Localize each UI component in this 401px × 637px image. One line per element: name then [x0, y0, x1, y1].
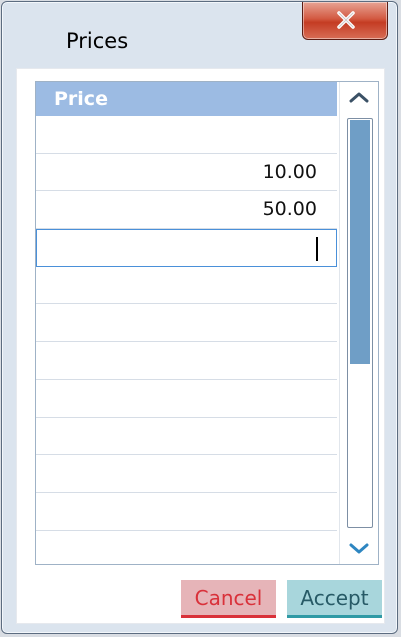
scroll-thumb[interactable] [350, 120, 370, 364]
cancel-button[interactable]: Cancel [181, 580, 276, 618]
text-caret [316, 236, 318, 261]
dialog-content: Price 10.00 50.00 Cancel Accept [16, 68, 385, 624]
prices-dialog: Prices Price 10.00 50.00 Cancel Accept [1, 1, 398, 634]
table-row[interactable] [36, 342, 337, 380]
table-row[interactable] [36, 455, 337, 493]
accept-button[interactable]: Accept [287, 580, 382, 618]
scroll-down-button[interactable] [340, 534, 378, 562]
close-button[interactable] [302, 2, 388, 40]
price-cell: 10.00 [262, 160, 317, 183]
column-header-price[interactable]: Price [36, 82, 337, 116]
chevron-up-icon [349, 92, 369, 103]
title-bar[interactable]: Prices [2, 2, 397, 70]
grid-rows: 10.00 50.00 [36, 116, 337, 568]
table-row[interactable] [36, 531, 337, 569]
price-grid: Price 10.00 50.00 [35, 81, 379, 565]
price-edit-field[interactable] [36, 229, 337, 267]
scroll-up-button[interactable] [340, 84, 378, 112]
table-row[interactable] [36, 380, 337, 418]
table-row[interactable] [36, 304, 337, 343]
table-row[interactable] [36, 493, 337, 531]
scroll-track[interactable] [347, 118, 373, 528]
close-x-icon [337, 11, 355, 29]
table-row[interactable] [36, 418, 337, 456]
table-row[interactable] [36, 116, 337, 154]
table-row[interactable]: 10.00 [36, 154, 337, 192]
chevron-down-icon [349, 543, 369, 554]
table-row[interactable]: 50.00 [36, 191, 337, 230]
price-cell: 50.00 [262, 198, 317, 221]
window-title: Prices [66, 29, 129, 53]
table-row[interactable] [36, 267, 337, 305]
vertical-scrollbar[interactable] [339, 82, 378, 564]
